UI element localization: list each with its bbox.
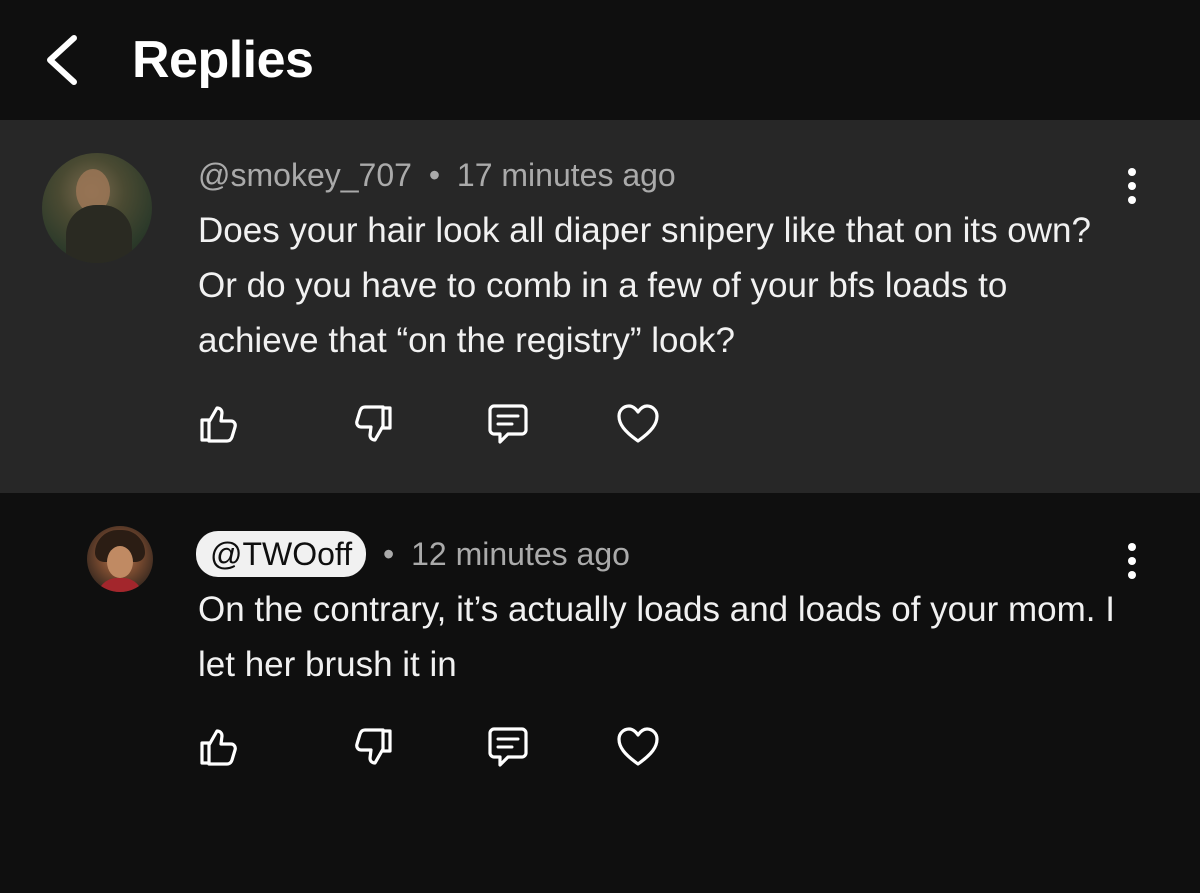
thumbs-down-icon [355, 405, 392, 442]
dislike-button[interactable] [350, 400, 398, 448]
like-button[interactable] [194, 400, 242, 448]
back-button[interactable] [36, 28, 92, 92]
thumbs-up-icon [200, 729, 237, 766]
thumbs-up-icon [200, 406, 237, 443]
comment-timestamp: 17 minutes ago [456, 157, 676, 193]
comment-icon [488, 727, 528, 767]
comment-text: Does your hair look all diaper snipery l… [198, 211, 1091, 360]
meta-separator: • [428, 157, 441, 193]
replies-page: Replies @smokey_707 • 17 minutes ago Doe… [0, 0, 1200, 893]
avatar[interactable] [42, 153, 152, 263]
more-options-button[interactable] [1116, 537, 1148, 585]
comment-meta: @TWOoff • 12 minutes ago [196, 531, 630, 577]
header-bar: Replies [0, 0, 1200, 120]
heart-button[interactable] [614, 400, 662, 448]
comment-icon [488, 404, 528, 444]
thumbs-down-icon [355, 728, 392, 765]
chevron-left-icon [47, 35, 77, 85]
dislike-button[interactable] [350, 723, 398, 771]
comment-author[interactable]: @smokey_707 [198, 157, 412, 193]
comment-timestamp: 12 minutes ago [411, 536, 630, 572]
comment-meta: @smokey_707 • 17 minutes ago [198, 155, 676, 195]
comment-actions [0, 400, 700, 460]
parent-comment: @smokey_707 • 17 minutes ago Does your h… [0, 120, 1200, 493]
like-button[interactable] [194, 723, 242, 771]
heart-icon [617, 404, 659, 443]
vertical-ellipsis-icon [1128, 543, 1136, 579]
heart-icon [617, 727, 659, 766]
reply-button[interactable] [484, 400, 532, 448]
comment-author-chip[interactable]: @TWOoff [196, 531, 367, 577]
comment-actions [0, 723, 700, 783]
page-title: Replies [132, 31, 314, 89]
heart-button[interactable] [614, 723, 662, 771]
comment-text: On the contrary, it’s actually loads and… [198, 590, 1115, 684]
avatar[interactable] [87, 526, 153, 592]
meta-separator: • [383, 536, 395, 572]
reply-button[interactable] [484, 723, 532, 771]
reply-comment: @TWOoff • 12 minutes ago On the contrary… [0, 493, 1200, 893]
